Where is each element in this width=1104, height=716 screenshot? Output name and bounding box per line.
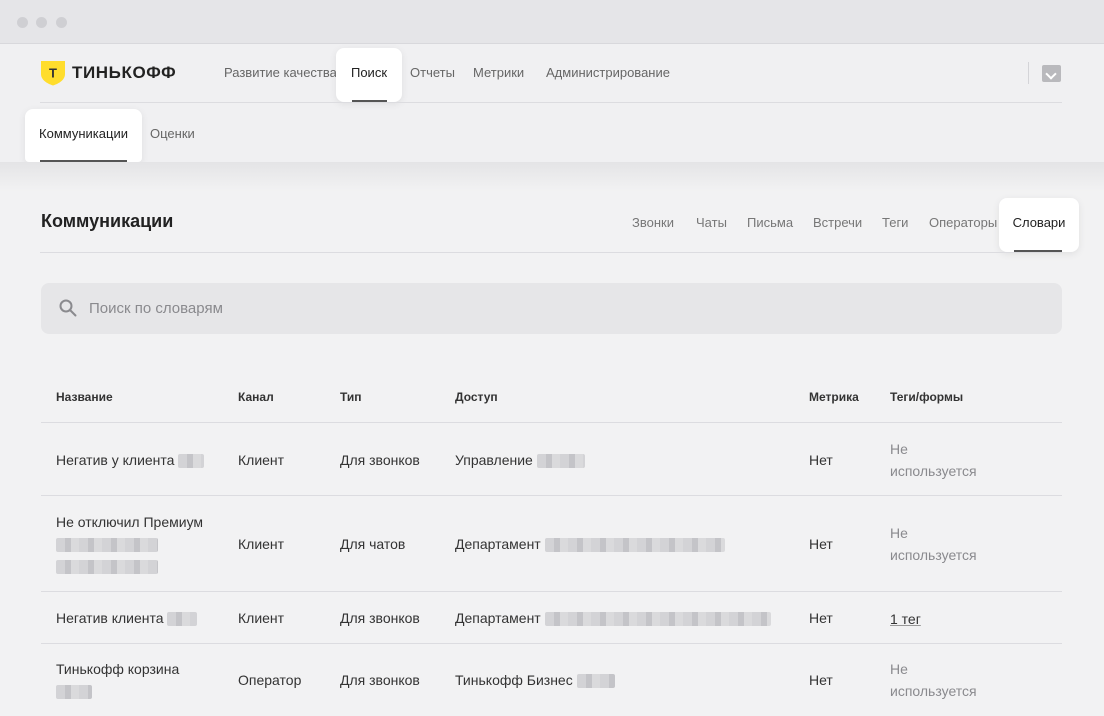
cell-name: Негатив клиента bbox=[56, 607, 198, 629]
window-titlebar bbox=[0, 0, 1104, 44]
cell-channel: Клиент bbox=[238, 536, 285, 552]
cell-tags-line: Не bbox=[890, 441, 908, 457]
cell-channel: Оператор bbox=[238, 672, 302, 688]
redacted-text bbox=[536, 454, 585, 469]
cell-type: Для звонков bbox=[340, 452, 420, 468]
column-header-tags[interactable]: Теги/формы bbox=[890, 390, 963, 404]
redacted-text bbox=[56, 685, 92, 700]
nav-item-search[interactable]: Поиск bbox=[336, 48, 402, 102]
cell-tags-line: используется bbox=[890, 463, 977, 479]
cell-access-text: Департамент bbox=[455, 610, 541, 626]
nav-item-search-label: Поиск bbox=[350, 65, 388, 80]
shield-logo-icon: Т bbox=[41, 61, 65, 86]
tags-link[interactable]: 1 тег bbox=[890, 608, 921, 630]
cell-access-text: Тинькофф Бизнес bbox=[455, 672, 573, 688]
redacted-text bbox=[56, 560, 158, 575]
cell-type: Для чатов bbox=[340, 536, 406, 552]
cell-name-text: Негатив у клиента bbox=[56, 452, 175, 468]
row-divider bbox=[41, 643, 1062, 644]
column-header-channel[interactable]: Канал bbox=[238, 390, 274, 404]
cell-access-text: Департамент bbox=[455, 536, 541, 552]
cell-tags-line: используется bbox=[890, 547, 977, 563]
cell-access-text: Управление bbox=[455, 452, 533, 468]
cell-tags: Не используется bbox=[890, 438, 977, 482]
tab-chats[interactable]: Чаты bbox=[696, 215, 727, 230]
column-header-name[interactable]: Название bbox=[56, 390, 113, 404]
cell-name: Не отключил Премиум bbox=[56, 511, 203, 577]
nav-item-admin[interactable]: Администрирование bbox=[546, 65, 670, 80]
window-minimize-button[interactable] bbox=[36, 17, 47, 28]
row-divider bbox=[41, 495, 1062, 496]
tab-letters[interactable]: Письма bbox=[747, 215, 793, 230]
svg-text:Т: Т bbox=[49, 66, 57, 81]
page-title: Коммуникации bbox=[41, 211, 174, 231]
cell-access: Департамент bbox=[455, 607, 771, 629]
search-icon bbox=[59, 299, 77, 317]
user-menu-icon[interactable] bbox=[1042, 65, 1061, 82]
cell-access: Департамент bbox=[455, 533, 725, 555]
row-divider bbox=[41, 422, 1062, 423]
redacted-text bbox=[178, 454, 205, 469]
cell-type: Для звонков bbox=[340, 610, 420, 626]
search-input[interactable] bbox=[89, 283, 1049, 334]
section-divider bbox=[40, 252, 1062, 253]
cell-metric: Нет bbox=[809, 452, 833, 468]
column-header-access[interactable]: Доступ bbox=[455, 390, 498, 404]
brand-logo[interactable]: Т ТИНЬКОФФ bbox=[40, 60, 176, 86]
cell-tags: Не используется bbox=[890, 522, 977, 566]
cell-name-text: Негатив клиента bbox=[56, 610, 164, 626]
nav-item-reports[interactable]: Отчеты bbox=[410, 65, 455, 80]
row-divider bbox=[41, 591, 1062, 592]
redacted-text bbox=[167, 612, 198, 627]
column-header-metric[interactable]: Метрика bbox=[809, 390, 859, 404]
cell-name-text: Тинькофф корзина bbox=[56, 661, 180, 677]
tab-operators[interactable]: Операторы bbox=[929, 215, 997, 230]
nav-item-quality[interactable]: Развитие качества bbox=[224, 65, 337, 80]
redacted-text bbox=[544, 538, 725, 553]
cell-tags-line: Не bbox=[890, 661, 908, 677]
cell-tags-line: используется bbox=[890, 683, 977, 699]
subtab-communications[interactable]: Коммуникации bbox=[25, 109, 142, 162]
nav-divider bbox=[1028, 62, 1029, 84]
cell-metric: Нет bbox=[809, 536, 833, 552]
search-bar[interactable] bbox=[41, 283, 1062, 334]
cell-channel: Клиент bbox=[238, 610, 285, 626]
tab-meetings[interactable]: Встречи bbox=[813, 215, 862, 230]
header-shadow bbox=[0, 162, 1104, 192]
cell-channel: Клиент bbox=[238, 452, 285, 468]
window-close-button[interactable] bbox=[17, 17, 28, 28]
redacted-text bbox=[544, 612, 771, 627]
cell-metric: Нет bbox=[809, 610, 833, 626]
window-zoom-button[interactable] bbox=[56, 17, 67, 28]
nav-item-metrics[interactable]: Метрики bbox=[473, 65, 524, 80]
cell-name: Тинькофф корзина bbox=[56, 658, 179, 702]
redacted-text bbox=[576, 674, 615, 689]
tab-tags[interactable]: Теги bbox=[882, 215, 908, 230]
column-header-type[interactable]: Тип bbox=[340, 390, 362, 404]
cell-access: Управление bbox=[455, 449, 585, 471]
brand-name: ТИНЬКОФФ bbox=[72, 63, 177, 82]
redacted-text bbox=[56, 538, 158, 553]
cell-name: Негатив у клиента bbox=[56, 449, 205, 471]
cell-tags: Не используется bbox=[890, 658, 977, 702]
subtab-ratings[interactable]: Оценки bbox=[150, 126, 195, 141]
nav-separator bbox=[40, 102, 1062, 103]
tab-dictionaries[interactable]: Словари bbox=[999, 198, 1079, 252]
tab-dictionaries-label: Словари bbox=[1012, 215, 1066, 230]
cell-name-text: Не отключил Премиум bbox=[56, 514, 204, 530]
cell-metric: Нет bbox=[809, 672, 833, 688]
cell-tags-line: Не bbox=[890, 525, 908, 541]
cell-type: Для звонков bbox=[340, 672, 420, 688]
tab-calls[interactable]: Звонки bbox=[632, 215, 674, 230]
cell-access: Тинькофф Бизнес bbox=[455, 669, 615, 691]
subtab-communications-label: Коммуникации bbox=[39, 126, 128, 141]
